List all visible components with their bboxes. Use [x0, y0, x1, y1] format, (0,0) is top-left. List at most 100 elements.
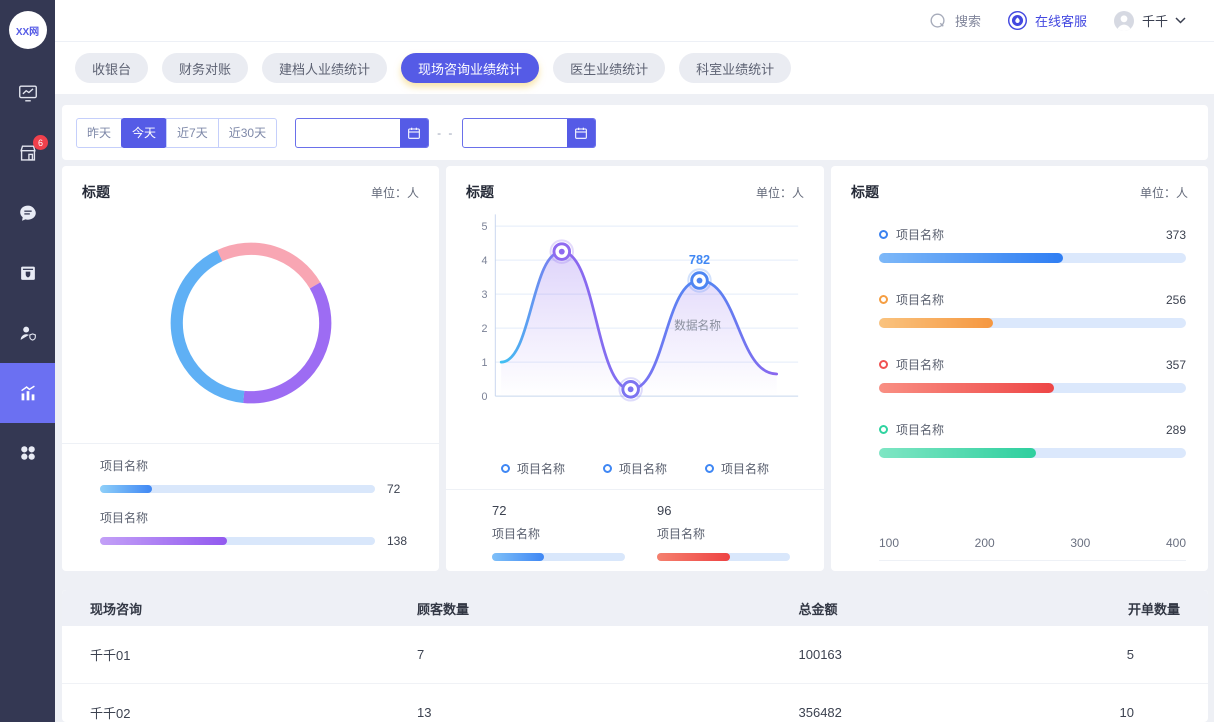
line-footer-stats: 72 项目名称 96 项目名称: [466, 490, 804, 561]
tab-doctor-performance[interactable]: 医生业绩统计: [553, 53, 665, 83]
col-header-consult: 现场咨询: [90, 599, 417, 618]
sidebar-item-apps[interactable]: [0, 423, 55, 483]
axis-tick: 200: [975, 536, 995, 550]
card-unit: 单位：人: [371, 184, 419, 201]
y-tick-label: 3: [482, 289, 488, 301]
hbar-fill: [879, 383, 1054, 393]
axis-tick: 400: [1166, 536, 1186, 550]
end-calendar-button[interactable]: [567, 118, 595, 148]
end-date-input[interactable]: [463, 125, 559, 141]
calendar-icon: [406, 125, 422, 141]
legend-label: 项目名称: [517, 460, 565, 477]
sidebar-item-archive[interactable]: [0, 243, 55, 303]
range-7days-button[interactable]: 近7天: [166, 118, 219, 148]
legend-label: 项目名称: [619, 460, 667, 477]
username: 千千: [1142, 11, 1168, 30]
date-range-picker: - -: [295, 118, 596, 148]
tab-filing-performance[interactable]: 建档人业绩统计: [262, 53, 387, 83]
quick-range-group: 昨天 今天 近7天 近30天: [76, 118, 277, 148]
col-header-orders: 开单数量: [1038, 599, 1180, 618]
sidebar-item-messages[interactable]: [0, 183, 55, 243]
cell-consultant: 千千01: [90, 645, 417, 664]
legend-dot-icon: [603, 464, 612, 473]
card-title: 标题: [82, 182, 110, 202]
hbar-label: 项目名称: [896, 356, 1158, 373]
hbar-rows: 项目名称 373 项目名称 256: [879, 226, 1186, 536]
search-label: 搜索: [955, 11, 981, 30]
search-icon: [928, 11, 948, 31]
tab-onsite-consult-performance[interactable]: 现场咨询业绩统计: [401, 53, 539, 83]
marker-dot: [628, 386, 634, 392]
hbar-label: 项目名称: [896, 226, 1158, 243]
end-date-box: [462, 118, 596, 148]
progress-value: 138: [387, 534, 415, 548]
legend-dot-icon: [879, 230, 888, 239]
tab-bar: 收银台 财务对账 建档人业绩统计 现场咨询业绩统计 医生业绩统计 科室业绩统计: [55, 42, 1214, 94]
range-today-button[interactable]: 今天: [121, 118, 167, 148]
start-calendar-button[interactable]: [400, 118, 428, 148]
progress-track: [100, 485, 375, 493]
online-service-button[interactable]: 在线客服: [1007, 10, 1087, 31]
cell-customers: 13: [417, 705, 799, 720]
table-row[interactable]: 千千02 13 356482 10: [62, 683, 1208, 722]
start-date-input[interactable]: [296, 125, 392, 141]
range-yesterday-button[interactable]: 昨天: [76, 118, 122, 148]
legend-item[interactable]: 项目名称: [603, 460, 667, 477]
tab-cashier[interactable]: 收银台: [75, 53, 148, 83]
y-tick-label: 2: [482, 323, 488, 335]
start-date-box: [295, 118, 429, 148]
hbar-value: 289: [1166, 423, 1186, 437]
hbar-value: 357: [1166, 358, 1186, 372]
tab-department-performance[interactable]: 科室业绩统计: [679, 53, 791, 83]
stat-track: [492, 553, 625, 561]
line-chart-card: 标题 单位：人: [446, 166, 824, 571]
stat-block: 96 项目名称: [657, 503, 790, 561]
hbar-label: 项目名称: [896, 421, 1158, 438]
cell-orders: 10: [1038, 705, 1180, 720]
app-logo[interactable]: XX网: [9, 11, 47, 49]
progress-label: 项目名称: [100, 457, 415, 474]
legend-dot-icon: [879, 360, 888, 369]
progress-label: 项目名称: [100, 509, 415, 526]
progress-track: [100, 537, 375, 545]
range-30days-button[interactable]: 近30天: [218, 118, 277, 148]
stat-fill: [492, 553, 544, 561]
donut-segment: [157, 229, 345, 417]
hbar-fill: [879, 253, 1063, 263]
hbar-fill: [879, 318, 993, 328]
axis-tick: 300: [1070, 536, 1090, 550]
annotation-label: 数据名称: [674, 318, 721, 332]
sidebar-item-users[interactable]: [0, 303, 55, 363]
tab-finance-reconciliation[interactable]: 财务对账: [162, 53, 248, 83]
legend-dot-icon: [879, 425, 888, 434]
chevron-down-icon: [1175, 17, 1186, 24]
legend-item[interactable]: 项目名称: [501, 460, 565, 477]
user-menu[interactable]: 千千: [1113, 10, 1186, 32]
axis-tick: 100: [879, 536, 899, 550]
dashboard-icon: [17, 82, 39, 104]
card-title: 标题: [851, 182, 879, 202]
bar-chart-icon: [17, 382, 39, 404]
legend-item[interactable]: 项目名称: [705, 460, 769, 477]
app-root: XX网 6: [0, 0, 1214, 722]
col-header-amount: 总金额: [799, 599, 1039, 618]
sidebar-item-statistics[interactable]: [0, 363, 55, 423]
content: 昨天 今天 近7天 近30天 - -: [55, 94, 1214, 722]
hbar-value: 373: [1166, 228, 1186, 242]
y-tick-label: 5: [482, 221, 488, 233]
hbar-row: 项目名称 256: [879, 291, 1186, 328]
search-button[interactable]: 搜索: [928, 11, 981, 31]
annotation-value: 782: [689, 253, 710, 267]
card-unit: 单位：人: [1140, 184, 1188, 201]
legend-dot-icon: [879, 295, 888, 304]
table-row[interactable]: 千千01 7 100163 5: [62, 626, 1208, 683]
hbar-fill: [879, 448, 1036, 458]
progress-fill: [100, 537, 227, 545]
topbar: 搜索 在线客服 千千: [55, 0, 1214, 42]
donut-segment: [157, 229, 345, 417]
sidebar-item-store[interactable]: 6: [0, 123, 55, 183]
hbar-row: 项目名称 357: [879, 356, 1186, 393]
avatar: [1113, 10, 1135, 32]
y-tick-label: 4: [482, 255, 488, 267]
sidebar-item-dashboard[interactable]: [0, 63, 55, 123]
